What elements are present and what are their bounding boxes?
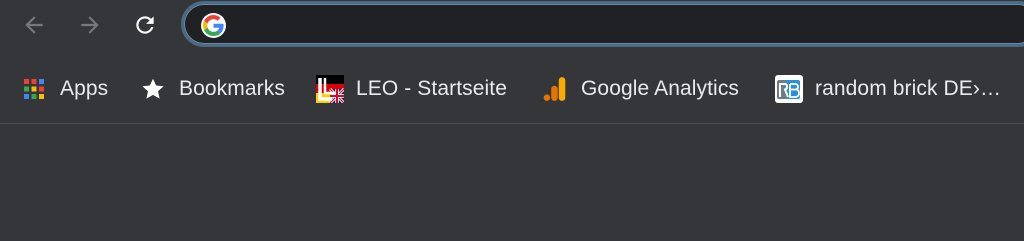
back-button[interactable] xyxy=(14,7,54,43)
leo-favicon-icon xyxy=(316,75,344,103)
bookmark-bookmarks[interactable]: Bookmarks xyxy=(139,74,285,104)
bookmark-label: LEO - Startseite xyxy=(356,77,507,100)
bookmark-random-brick[interactable]: random brick DE›… xyxy=(775,74,1024,104)
page-content xyxy=(0,124,1024,241)
reload-icon xyxy=(136,16,154,34)
bookmarks-bar: Apps Bookmarks LEO - Startseite Google A… xyxy=(0,54,1024,124)
bookmark-label: Google Analytics xyxy=(581,77,740,100)
google-icon xyxy=(201,13,226,38)
forward-button[interactable] xyxy=(70,7,110,43)
address-bar[interactable] xyxy=(181,1,1024,47)
bookmark-label: Apps xyxy=(60,77,109,100)
analytics-icon xyxy=(541,75,569,103)
bookmark-label: Bookmarks xyxy=(179,77,285,100)
bookmark-label: random brick DE›… xyxy=(815,77,1002,100)
apps-grid-icon xyxy=(20,75,48,103)
browser-window: Apps Bookmarks LEO - Startseite Google A… xyxy=(0,0,1024,241)
reload-button[interactable] xyxy=(125,7,165,43)
star-icon xyxy=(139,75,167,103)
bookmark-apps[interactable]: Apps xyxy=(20,74,108,104)
bookmark-google-analytics[interactable]: Google Analytics xyxy=(541,74,739,104)
address-input[interactable] xyxy=(240,12,1004,40)
toolbar xyxy=(0,0,1024,54)
forward-arrow-icon xyxy=(81,16,99,34)
random-brick-favicon-icon xyxy=(775,75,803,103)
back-arrow-icon xyxy=(25,16,43,34)
bookmark-leo[interactable]: LEO - Startseite xyxy=(316,74,507,104)
